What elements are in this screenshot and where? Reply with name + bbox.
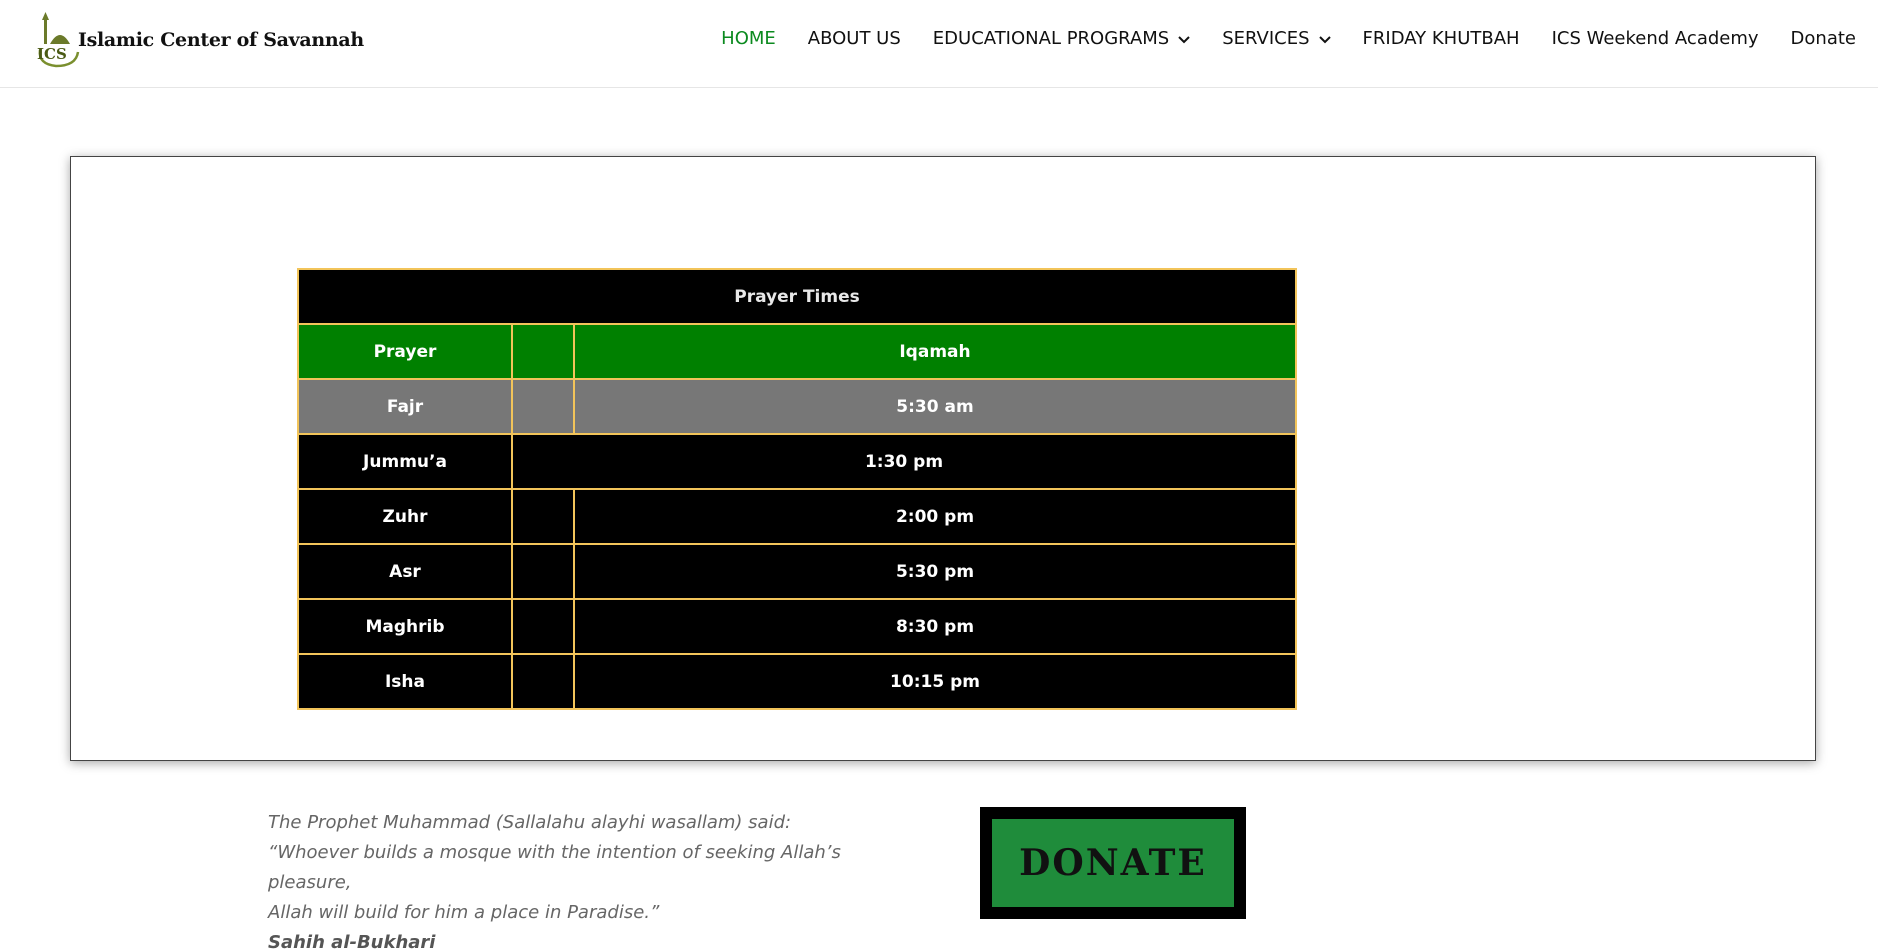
quote-text-line: “Whoever builds a mosque with the intent… bbox=[268, 842, 841, 893]
prayer-times-table: Prayer Times Prayer Iqamah Fajr 5:30 am … bbox=[297, 268, 1297, 710]
chevron-down-icon bbox=[1178, 28, 1190, 49]
mosque-logo-icon: ICS bbox=[37, 12, 80, 68]
main-nav: HOME ABOUT US EDUCATIONAL PROGRAMS SERVI… bbox=[689, 22, 1856, 54]
table-title-row: Prayer Times bbox=[297, 268, 1297, 325]
table-row: Fajr 5:30 am bbox=[297, 378, 1297, 435]
iqamah-time: 8:30 pm bbox=[573, 598, 1297, 655]
nav-item-label: EDUCATIONAL PROGRAMS bbox=[932, 27, 1170, 49]
svg-text:ICS: ICS bbox=[37, 45, 67, 63]
donate-button[interactable]: DONATE bbox=[980, 807, 1246, 919]
iqamah-time: 1:30 pm bbox=[511, 433, 1297, 490]
nav-item-about-us[interactable]: ABOUT US bbox=[808, 22, 901, 54]
nav-item-label: FRIDAY KHUTBAH bbox=[1362, 27, 1520, 49]
nav-item-friday-khutbah[interactable]: FRIDAY KHUTBAH bbox=[1363, 22, 1520, 54]
iqamah-time: 5:30 am bbox=[573, 378, 1297, 435]
blank-cell bbox=[511, 653, 575, 710]
chevron-down-icon bbox=[1318, 28, 1331, 49]
blank-cell bbox=[511, 488, 575, 545]
quote-text-line: Allah will build for him a place in Para… bbox=[268, 902, 660, 923]
blank-cell bbox=[511, 543, 575, 600]
quote-intro: The Prophet Muhammad (Sallalahu alayhi w… bbox=[268, 812, 792, 833]
table-row: Jummu’a 1:30 pm bbox=[297, 433, 1297, 490]
nav-item-label: Donate bbox=[1790, 27, 1856, 49]
table-row: Maghrib 8:30 pm bbox=[297, 598, 1297, 655]
nav-item-home[interactable]: HOME bbox=[721, 22, 776, 54]
blank-cell bbox=[511, 378, 575, 435]
column-header-iqamah: Iqamah bbox=[573, 323, 1297, 380]
nav-item-weekend-academy[interactable]: ICS Weekend Academy bbox=[1552, 22, 1759, 54]
iqamah-time: 10:15 pm bbox=[573, 653, 1297, 710]
table-header-row: Prayer Iqamah bbox=[297, 323, 1297, 380]
prayer-name: Fajr bbox=[297, 378, 513, 435]
column-header-blank bbox=[511, 323, 575, 380]
prayer-name: Maghrib bbox=[297, 598, 513, 655]
nav-item-label: ICS Weekend Academy bbox=[1551, 27, 1759, 49]
table-title: Prayer Times bbox=[297, 268, 1297, 325]
nav-item-label: SERVICES bbox=[1222, 27, 1310, 49]
iqamah-time: 2:00 pm bbox=[573, 488, 1297, 545]
hadith-quote: The Prophet Muhammad (Sallalahu alayhi w… bbox=[268, 808, 928, 950]
quote-source: Sahih al-Bukhari bbox=[268, 932, 436, 950]
prayer-name: Isha bbox=[297, 653, 513, 710]
site-header: ICS Islamic Center of Savannah HOME ABOU… bbox=[0, 0, 1878, 88]
table-row: Zuhr 2:00 pm bbox=[297, 488, 1297, 545]
iqamah-time: 5:30 pm bbox=[573, 543, 1297, 600]
nav-item-label: HOME bbox=[721, 27, 776, 49]
prayer-name: Jummu’a bbox=[297, 433, 513, 490]
prayer-name: Zuhr bbox=[297, 488, 513, 545]
nav-item-label: ABOUT US bbox=[807, 27, 901, 49]
donate-button-face: DONATE bbox=[992, 819, 1234, 907]
blank-cell bbox=[511, 598, 575, 655]
nav-item-donate[interactable]: Donate bbox=[1791, 22, 1856, 54]
site-name: Islamic Center of Savannah bbox=[78, 29, 364, 51]
site-logo[interactable]: ICS Islamic Center of Savannah bbox=[36, 12, 364, 68]
nav-item-educational-programs[interactable]: EDUCATIONAL PROGRAMS bbox=[933, 22, 1190, 54]
nav-item-services[interactable]: SERVICES bbox=[1222, 22, 1331, 54]
column-header-prayer: Prayer bbox=[297, 323, 513, 380]
table-row: Asr 5:30 pm bbox=[297, 543, 1297, 600]
donate-button-label: DONATE bbox=[1019, 842, 1207, 884]
prayer-name: Asr bbox=[297, 543, 513, 600]
table-row: Isha 10:15 pm bbox=[297, 653, 1297, 710]
